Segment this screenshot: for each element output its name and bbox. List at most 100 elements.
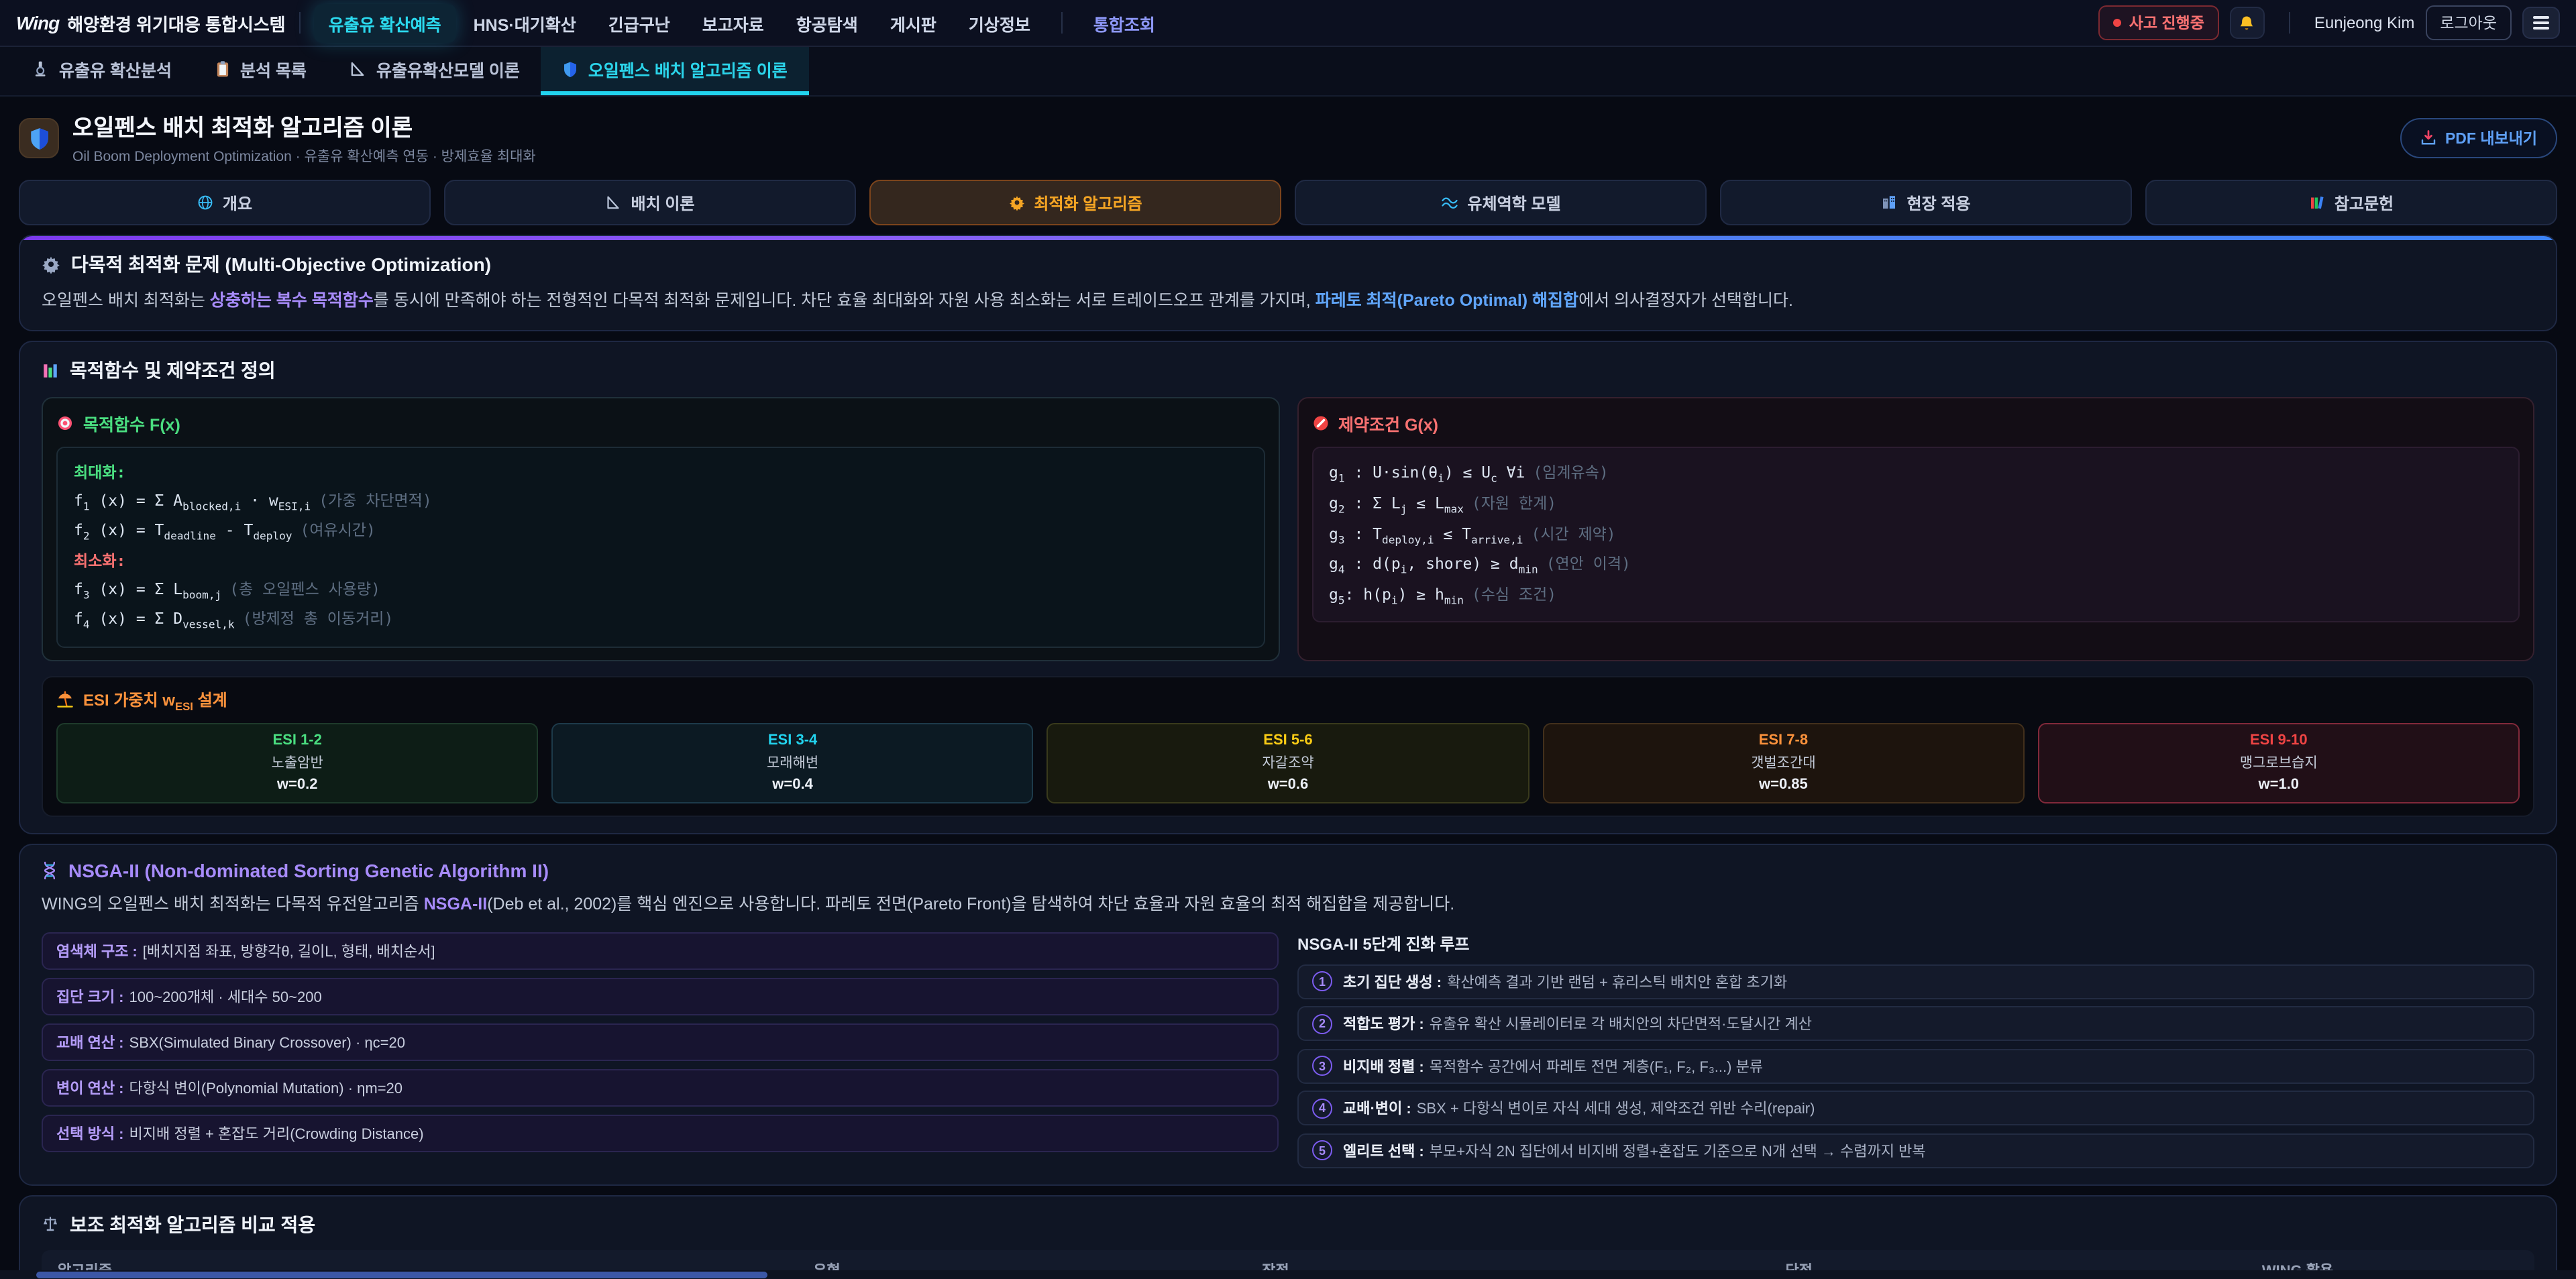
section-tab-label: 현장 적용	[1907, 191, 1971, 214]
section-tab-field-application[interactable]: 현장 적용	[1720, 180, 2132, 225]
param-row-crossover: 교배 연산 :SBX(Simulated Binary Crossover) ·…	[42, 1023, 1279, 1060]
definition-heading: 목적함수 및 제약조건 정의	[42, 357, 2534, 384]
constraint-formula: g1 : U·sin(θi) ≤ Uc ∀i(임계유속)	[1329, 459, 2502, 490]
step-number-badge: 1	[1312, 971, 1332, 991]
tab-spill-analysis[interactable]: 유출유 확산분석	[11, 47, 193, 95]
nsga-step-3: 3비지배 정렬 :목적함수 공간에서 파레토 전면 계층(F₁, F₂, F₃.…	[1297, 1048, 2534, 1083]
section-tab-references[interactable]: 참고문헌	[2145, 180, 2557, 225]
definition-card: 목적함수 및 제약조건 정의 목적함수 F(x) 최대화: f1 (x) = Σ…	[19, 341, 2557, 835]
nsga-parameters-list: 염색체 구조 :[배치지점 좌표, 방향각θ, 길이L, 형태, 배치순서] 집…	[42, 932, 1279, 1168]
comparison-card: 보조 최적화 알고리즘 비교 적용 알고리즘 유형 장점 단점 WING 활용 …	[19, 1194, 2557, 1279]
constraint-formula: g5: h(pi) ≥ hmin(수심 조건)	[1329, 581, 2502, 611]
comparison-title: 보조 최적화 알고리즘 비교 적용	[70, 1211, 315, 1237]
no-entry-icon	[1311, 415, 1329, 433]
beach-umbrella-icon	[56, 691, 74, 709]
step-number-badge: 2	[1312, 1013, 1332, 1034]
constraints-panel-heading: 제약조건 G(x)	[1311, 411, 2520, 437]
esi-card-5-6: ESI 5-6 자갈조약 w=0.6	[1047, 723, 1529, 803]
hamburger-icon	[2533, 16, 2549, 18]
nav-item-hns[interactable]: HNS·대기확산	[459, 3, 591, 42]
esi-card-7-8: ESI 7-8 갯벌조간대 w=0.85	[1542, 723, 2024, 803]
pdf-export-button[interactable]: PDF 내보내기	[2401, 117, 2557, 158]
nav-item-spill-prediction[interactable]: 유출유 확산예측	[314, 3, 456, 42]
user-name: Eunjeong Kim	[2314, 13, 2414, 32]
definition-grid: 목적함수 F(x) 최대화: f1 (x) = Σ Ablocked,i · w…	[42, 398, 2534, 661]
overview-paragraph: 오일펜스 배치 최적화는 상충하는 복수 목적함수를 동시에 만족해야 하는 전…	[42, 288, 2534, 315]
section-tab-optimization-algorithm[interactable]: 최적화 알고리즘	[869, 180, 1281, 225]
nav-item-reports[interactable]: 보고자료	[688, 3, 779, 42]
step-number-badge: 4	[1312, 1098, 1332, 1118]
notifications-button[interactable]	[2230, 7, 2265, 39]
tab-boom-algorithm-theory[interactable]: 오일펜스 배치 알고리즘 이론	[541, 47, 809, 95]
triangle-ruler-icon	[606, 194, 622, 211]
divider	[1061, 12, 1063, 34]
divider	[299, 12, 301, 34]
nsga-step-5: 5엘리트 선택 :부모+자식 2N 집단에서 비지배 정렬+혼잡도 기준으로 N…	[1297, 1133, 2534, 1168]
param-row-selection: 선택 방식 :비지배 정렬 + 혼잡도 거리(Crowding Distance…	[42, 1114, 1279, 1152]
section-tab-overview[interactable]: 개요	[19, 180, 431, 225]
app-root: Wing 해양환경 위기대응 통합시스템 유출유 확산예측 HNS·대기확산 긴…	[0, 0, 2576, 1279]
overview-heading: 다목적 최적화 문제 (Multi-Objective Optimization…	[42, 251, 2534, 278]
sub-tab-bar: 유출유 확산분석 분석 목록 유출유확산모델 이론 오일펜스 배치 알고리즘 이…	[0, 47, 2576, 97]
objective-panel-heading: 목적함수 F(x)	[56, 411, 1265, 437]
nav-item-integrated-search[interactable]: 통합조회	[1079, 3, 1170, 42]
scrollbar-thumb[interactable]	[36, 1271, 767, 1278]
nsga-step-4: 4교배·변이 :SBX + 다항식 변이로 자식 세대 생성, 제약조건 위반 …	[1297, 1091, 2534, 1125]
section-tab-label: 참고문헌	[2334, 191, 2394, 214]
nav-item-weather[interactable]: 기상정보	[954, 3, 1045, 42]
nsga-loop-title: NSGA-II 5단계 진화 루프	[1297, 932, 2534, 954]
pdf-export-label: PDF 내보내기	[2445, 127, 2537, 148]
highlight-nsga: NSGA-II	[424, 895, 487, 913]
tab-diffusion-model-theory[interactable]: 유출유확산모델 이론	[328, 47, 541, 95]
overview-title: 다목적 최적화 문제 (Multi-Objective Optimization…	[71, 251, 491, 278]
bar-chart-icon	[42, 362, 59, 380]
esi-title: ESI 가중치 wESI 설계	[83, 688, 227, 713]
constraint-formula: g2 : Σ Lj ≤ Lmax(자원 한계)	[1329, 490, 2502, 520]
tab-analysis-list[interactable]: 분석 목록	[193, 47, 328, 95]
nav-item-rescue[interactable]: 긴급구난	[594, 3, 685, 42]
books-icon	[2309, 194, 2325, 211]
constraint-formula: g3 : Tdeploy,i ≤ Tarrive,i(시간 제약)	[1329, 520, 2502, 550]
hamburger-menu-button[interactable]	[2522, 7, 2560, 39]
constraint-formula: g4 : d(pi, shore) ≥ dmin(연안 이격)	[1329, 550, 2502, 580]
step-number-badge: 5	[1312, 1140, 1332, 1160]
nsga-card: NSGA-II (Non-dominated Sorting Genetic A…	[19, 844, 2557, 1185]
tab-label: 분석 목록	[240, 56, 307, 82]
definition-title: 목적함수 및 제약조건 정의	[70, 357, 276, 384]
section-tab-label: 유체역학 모델	[1467, 191, 1560, 214]
section-tab-label: 개요	[223, 191, 252, 214]
page-header: 오일펜스 배치 최적화 알고리즘 이론 Oil Boom Deployment …	[0, 97, 2576, 177]
nsga-evolution-loop: NSGA-II 5단계 진화 루프 1초기 집단 생성 :확산예측 결과 기반 …	[1297, 932, 2534, 1168]
param-row-mutation: 변이 연산 :다항식 변이(Polynomial Mutation) · ηm=…	[42, 1068, 1279, 1106]
building-icon	[1882, 194, 1898, 211]
red-dot-icon	[2113, 19, 2121, 27]
shield-icon	[563, 60, 579, 78]
nav-item-aerial-search[interactable]: 항공탐색	[782, 3, 873, 42]
constraints-panel-title: 제약조건 G(x)	[1338, 411, 1438, 437]
constraints-code-block: g1 : U·sin(θi) ≤ Uc ∀i(임계유속) g2 : Σ Lj ≤…	[1311, 447, 2520, 623]
esi-card-3-4: ESI 3-4 모래해변 w=0.4	[551, 723, 1033, 803]
divider	[2289, 12, 2290, 34]
microscope-icon	[32, 60, 50, 78]
incident-status-badge[interactable]: 사고 진행중	[2098, 5, 2219, 40]
objective-formula: f4 (x) = Σ Dvessel,k(방제정 총 이동거리)	[74, 605, 1247, 635]
constraints-panel: 제약조건 G(x) g1 : U·sin(θi) ≤ Uc ∀i(임계유속) g…	[1297, 398, 2534, 661]
nav-item-board[interactable]: 게시판	[875, 3, 951, 42]
brand: Wing 해양환경 위기대응 통합시스템	[16, 10, 286, 36]
gear-icon	[42, 255, 60, 274]
overview-card: 다목적 최적화 문제 (Multi-Objective Optimization…	[19, 235, 2557, 332]
objective-formula: f3 (x) = Σ Lboom,j(총 오일펜스 사용량)	[74, 575, 1247, 605]
main-menu: 유출유 확산예측 HNS·대기확산 긴급구난 보고자료 항공탐색 게시판 기상정…	[314, 3, 2098, 42]
objective-formula: f2 (x) = Tdeadline - Tdeploy(여유시간)	[74, 517, 1247, 547]
comparison-heading: 보조 최적화 알고리즘 비교 적용	[42, 1211, 2534, 1237]
logout-button[interactable]: 로그아웃	[2425, 5, 2512, 40]
horizontal-scrollbar	[0, 1270, 2576, 1279]
target-icon	[56, 415, 74, 433]
highlight-multi-objective: 상충하는 복수 목적함수	[210, 291, 374, 310]
section-tab-hydrodynamics-model[interactable]: 유체역학 모델	[1295, 180, 1707, 225]
param-row-chromosome: 염색체 구조 :[배치지점 좌표, 방향각θ, 길이L, 형태, 배치순서]	[42, 932, 1279, 969]
minimize-label: 최소화:	[74, 547, 1247, 575]
section-tab-deployment-theory[interactable]: 배치 이론	[444, 180, 856, 225]
nsga-grid: 염색체 구조 :[배치지점 좌표, 방향각θ, 길이L, 형태, 배치순서] 집…	[42, 932, 2534, 1168]
section-tab-label: 배치 이론	[631, 191, 695, 214]
